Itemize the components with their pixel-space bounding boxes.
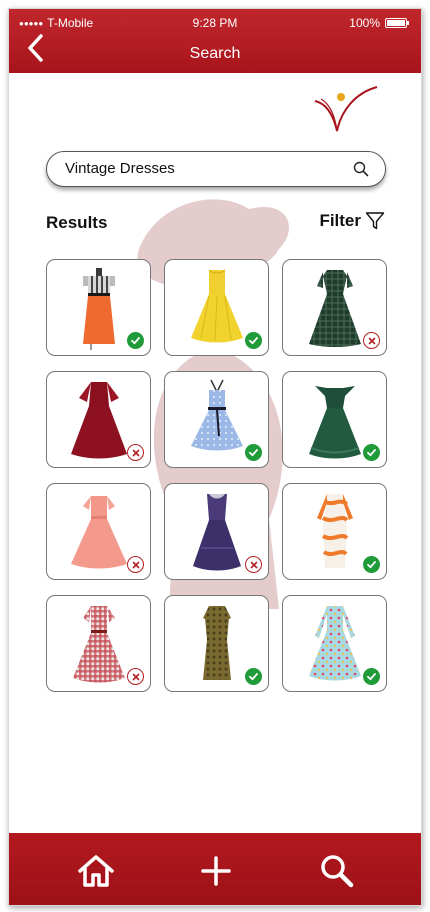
result-card[interactable] [164, 371, 269, 468]
dress-image [309, 386, 361, 459]
result-card[interactable] [46, 483, 151, 580]
dress-image [191, 269, 243, 343]
header-bar: ●●●●● T-Mobile 9:28 PM 100% Search [9, 9, 421, 73]
home-button[interactable] [76, 853, 116, 889]
approved-badge [245, 444, 262, 461]
checkmark-icon [249, 673, 258, 681]
dress-image [71, 382, 127, 459]
result-card[interactable] [46, 259, 151, 356]
dress-image [83, 268, 115, 350]
rejected-badge [127, 556, 144, 573]
result-card[interactable] [164, 483, 269, 580]
search-input[interactable] [65, 152, 345, 185]
dress-image [73, 606, 125, 683]
result-card[interactable] [164, 595, 269, 692]
bottom-nav-bar [9, 833, 421, 905]
rejected-badge [127, 444, 144, 461]
approved-badge [363, 556, 380, 573]
brand-logo [314, 86, 378, 132]
result-card[interactable] [46, 595, 151, 692]
battery-icon [385, 18, 409, 28]
approved-badge [127, 332, 144, 349]
x-mark-icon [132, 561, 139, 568]
approved-badge [363, 444, 380, 461]
checkmark-icon [367, 673, 376, 681]
filter-button[interactable]: Filter [319, 211, 385, 231]
search-bar[interactable] [46, 151, 386, 187]
battery-status: 100% [349, 16, 409, 30]
x-mark-icon [132, 449, 139, 456]
result-card[interactable] [164, 259, 269, 356]
checkmark-icon [131, 337, 140, 345]
result-card[interactable] [46, 371, 151, 468]
dress-image [309, 606, 361, 681]
approved-badge [245, 668, 262, 685]
search-nav-button[interactable] [317, 853, 357, 889]
checkmark-icon [367, 449, 376, 457]
rejected-badge [245, 556, 262, 573]
status-bar: ●●●●● T-Mobile 9:28 PM 100% [9, 15, 421, 33]
result-card[interactable] [282, 483, 387, 580]
dress-image [193, 494, 241, 571]
search-icon [321, 855, 354, 888]
search-icon[interactable] [353, 161, 369, 177]
page-title: Search [189, 45, 241, 62]
results-heading: Results [46, 213, 108, 232]
x-mark-icon [132, 673, 139, 680]
checkmark-icon [249, 337, 258, 345]
checkmark-icon [367, 561, 376, 569]
home-icon [78, 855, 114, 887]
x-mark-icon [250, 561, 257, 568]
results-grid [46, 259, 387, 692]
result-card[interactable] [282, 259, 387, 356]
approved-badge [245, 332, 262, 349]
x-mark-icon [368, 337, 375, 344]
approved-badge [363, 668, 380, 685]
result-card[interactable] [282, 371, 387, 468]
filter-funnel-icon [365, 212, 385, 230]
battery-percent: 100% [349, 16, 380, 30]
dress-image [71, 496, 127, 569]
dress-image [191, 379, 243, 451]
dress-image [317, 494, 353, 568]
filter-label: Filter [319, 211, 361, 230]
phone-screen: ●●●●● T-Mobile 9:28 PM 100% Search Vinta… [8, 8, 422, 906]
result-card[interactable] [282, 595, 387, 692]
dress-image [203, 606, 231, 680]
plus-icon [201, 856, 231, 886]
add-button[interactable] [196, 853, 236, 889]
checkmark-icon [249, 449, 258, 457]
rejected-badge [363, 332, 380, 349]
rejected-badge [127, 668, 144, 685]
dress-image [309, 270, 361, 347]
